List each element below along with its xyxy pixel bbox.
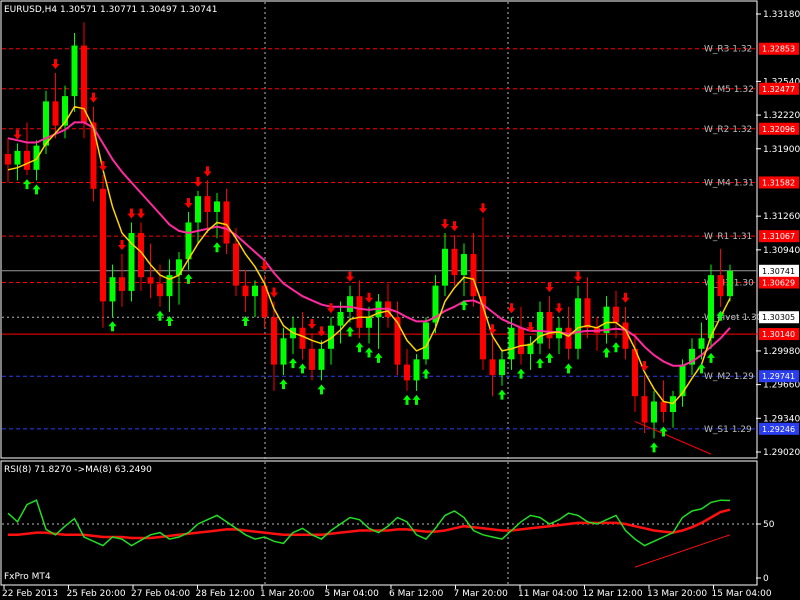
bull-candle	[499, 359, 505, 376]
bear-candle	[271, 317, 277, 365]
bull-candle	[14, 150, 21, 165]
trading-chart: W_R3 1.32 W_M5 1.32 W_R2 1.32 W_M4 1.31 W_R1…	[0, 0, 800, 600]
bear-candle	[518, 327, 524, 355]
price-badge-label: 1.30305	[762, 313, 795, 322]
price-axis-label: 1.31900	[763, 145, 800, 155]
bull-candle	[508, 327, 515, 360]
price-badge-label: 1.32853	[762, 45, 795, 54]
bull-candle	[185, 222, 192, 260]
bull-candle	[366, 317, 372, 328]
time-axis-label: 5 Mar 04:00	[325, 589, 380, 599]
price-axis-label: 1.32220	[763, 111, 800, 121]
bull-candle	[727, 270, 733, 297]
bear-candle	[119, 277, 125, 291]
bear-candle	[223, 201, 230, 244]
rsi-axis-label: 50	[763, 520, 775, 530]
price-badge-label: 1.32477	[762, 85, 795, 94]
bull-candle	[698, 338, 705, 349]
bear-candle	[100, 188, 106, 302]
time-axis-label: 6 Mar 12:00	[389, 589, 444, 599]
price-badge-label: 1.30140	[762, 330, 795, 339]
bear-candle	[233, 243, 239, 286]
price-badge-label: 1.30629	[762, 278, 795, 287]
price-axis-label: 1.31260	[763, 212, 800, 222]
bear-candle	[204, 196, 211, 212]
current-price-badge-label: 1.30741	[762, 267, 795, 276]
time-axis-label: 1 Mar 20:00	[260, 589, 315, 599]
bull-candle	[461, 254, 467, 276]
pivot-level-label: W_M5 1.32	[704, 85, 754, 95]
bull-candle	[651, 401, 657, 423]
price-axis-label: 1.29980	[763, 347, 800, 357]
rsi-header: RSI(8) 71.8270 ->MA(8) 63.2490	[4, 465, 152, 475]
price-badge-label: 1.31582	[762, 178, 795, 187]
bear-candle	[565, 327, 572, 349]
time-axis-label: 13 Mar 20:00	[647, 589, 707, 599]
bear-candle	[584, 298, 591, 328]
time-axis-label: 11 Mar 04:00	[518, 589, 578, 599]
price-axis-label: 1.29340	[763, 414, 800, 424]
bear-candle	[632, 348, 638, 397]
bull-candle	[318, 348, 325, 370]
pivot-level-label: W_R2 1.32	[704, 125, 752, 135]
time-axis-label: 28 Feb 12:00	[196, 589, 255, 599]
bear-candle	[489, 359, 496, 376]
time-axis-label: 25 Feb 20:00	[67, 589, 126, 599]
price-badge-label: 1.31067	[762, 232, 795, 241]
time-axis-label: 27 Feb 04:00	[131, 589, 190, 599]
price-badge-label: 1.29246	[762, 425, 795, 434]
price-badge-label: 1.29741	[762, 372, 795, 381]
bear-candle	[404, 364, 410, 381]
pivot-level-label: W_M2 1.29	[704, 372, 754, 382]
bull-candle	[442, 248, 448, 286]
bull-candle	[337, 311, 344, 326]
bear-candle	[451, 248, 458, 276]
chart-background	[0, 0, 800, 600]
bear-candle	[660, 401, 667, 412]
bull-candle	[109, 277, 116, 302]
pivot-level-label: W_R1 1.31	[704, 232, 752, 242]
bear-candle	[299, 327, 306, 349]
bull-candle	[195, 196, 201, 223]
bull-candle	[413, 359, 420, 381]
price-axis-label: 1.33180	[763, 10, 800, 20]
bull-candle	[280, 338, 287, 365]
price-axis-label: 1.30940	[763, 246, 800, 256]
time-axis-label: 7 Mar 20:00	[454, 589, 509, 599]
bull-candle	[679, 364, 686, 397]
bull-candle	[33, 145, 40, 170]
bear-candle	[24, 150, 30, 170]
bear-candle	[613, 306, 619, 323]
bull-candle	[252, 285, 258, 297]
bear-candle	[5, 154, 11, 165]
bull-candle	[214, 201, 220, 212]
bull-candle	[575, 298, 581, 349]
bear-candle	[81, 45, 87, 123]
chart-header: EURUSD,H4 1.30571 1.30771 1.30497 1.3074…	[4, 5, 217, 15]
rsi-axis-label: 0	[763, 574, 769, 584]
time-axis-label: 22 Feb 2013	[2, 589, 58, 599]
pivot-level-label: W_S1 1.29	[704, 425, 752, 435]
bear-candle	[309, 348, 315, 370]
bull-candle	[347, 296, 353, 312]
bull-candle	[71, 45, 78, 97]
bear-candle	[394, 317, 401, 365]
price-badge-label: 1.32096	[762, 125, 795, 134]
bear-candle	[356, 296, 363, 328]
bear-candle	[641, 396, 648, 423]
bear-candle	[242, 285, 249, 297]
price-axis-label: 1.29020	[763, 448, 800, 458]
broker-label: FxPro MT4	[4, 572, 51, 582]
time-axis-label: 12 Mar 12:00	[583, 589, 643, 599]
bear-candle	[147, 277, 154, 284]
bear-candle	[157, 283, 163, 297]
bear-candle	[52, 101, 59, 126]
bear-candle	[717, 275, 724, 297]
bull-candle	[708, 275, 714, 339]
bear-candle	[470, 254, 477, 297]
time-axis-label: 15 Mar 04:00	[712, 589, 772, 599]
pivot-level-label: W_R3 1.32	[704, 45, 752, 55]
pivot-level-label: W_M4 1.31	[704, 178, 754, 188]
